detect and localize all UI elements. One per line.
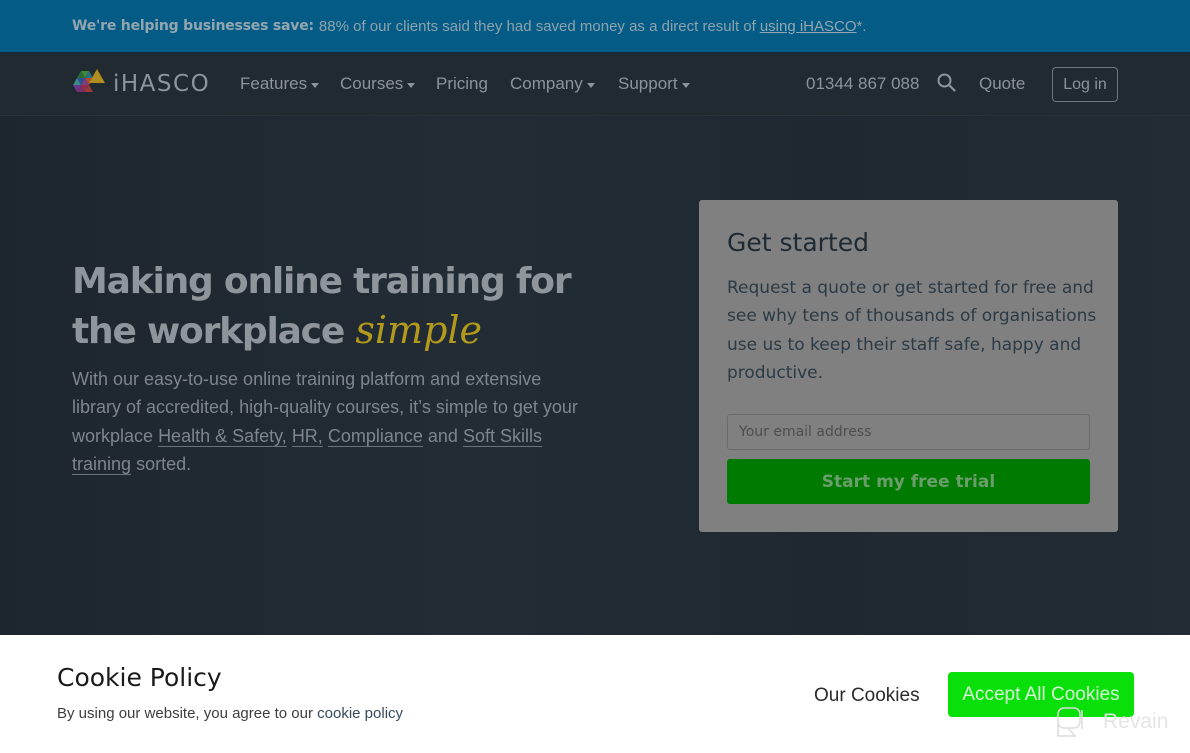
nav-support[interactable]: Support [618, 74, 690, 94]
search-button[interactable] [937, 73, 956, 92]
start-trial-button[interactable]: Start my free trial [727, 459, 1090, 504]
cookie-policy-link[interactable]: cookie policy [317, 705, 403, 722]
announcement-suffix: *. [856, 17, 867, 35]
nav-support-label: Support [618, 74, 678, 93]
card-title: Get started [727, 228, 869, 257]
headline-line2: the workplace [72, 311, 345, 352]
quote-link[interactable]: Quote [979, 74, 1025, 94]
announcement-bold: We're helping businesses save: [72, 18, 314, 34]
watermark-text: Revain [1103, 710, 1169, 733]
caret-down-icon [407, 82, 416, 88]
hero-headline: Making online training for the workplace… [72, 258, 632, 356]
link-compliance[interactable]: Compliance [327, 425, 423, 447]
phone-link[interactable]: 01344 867 088 [806, 74, 919, 94]
signup-card: Get started Request a quote or get start… [699, 200, 1118, 532]
quote-label: Quote [979, 74, 1026, 93]
ihasco-logo-icon [73, 69, 105, 92]
search-icon [937, 73, 956, 92]
lead-end: sorted. [136, 453, 192, 474]
hero-lead: With our easy-to-use online training pla… [72, 365, 592, 478]
card-body: Request a quote or get started for free … [727, 278, 1097, 383]
headline-line1: Making online training for [72, 261, 572, 302]
announcement-text: 88% of our clients said they had saved m… [318, 17, 756, 35]
cookie-title: Cookie Policy [57, 663, 222, 692]
nav-pricing[interactable]: Pricing [436, 74, 488, 94]
announcement-link[interactable]: using iHASCO [760, 18, 857, 35]
our-cookies-link[interactable]: Our Cookies [814, 685, 920, 707]
brand-name: iHASCO [113, 71, 211, 97]
main-navbar: iHASCO Features Courses Pricing Company … [0, 53, 1190, 116]
caret-down-icon [681, 82, 690, 88]
link-hr[interactable]: HR, [291, 425, 323, 447]
cookie-text: By using our website, you agree to our [57, 705, 313, 722]
nav-company-label: Company [510, 74, 583, 93]
nav-features-label: Features [240, 74, 308, 93]
email-input[interactable] [727, 414, 1090, 450]
cookie-banner: Cookie Policy By using our website, you … [0, 635, 1190, 753]
revain-logo-icon [1057, 707, 1083, 737]
nav-courses-label: Courses [340, 74, 404, 93]
caret-down-icon [311, 82, 320, 88]
lead-and: and [427, 425, 458, 446]
phone-number: 01344 867 088 [806, 74, 920, 93]
nav-courses[interactable]: Courses [340, 74, 416, 94]
nav-features[interactable]: Features [240, 74, 320, 94]
brand-logo[interactable]: iHASCO [73, 69, 210, 99]
nav-company[interactable]: Company [510, 74, 595, 94]
cookie-description: By using our website, you agree to our c… [57, 705, 403, 722]
link-health-safety[interactable]: Health & Safety, [158, 425, 287, 447]
caret-down-icon [586, 82, 595, 88]
announcement-bar: We're helping businesses save: 88% of ou… [0, 0, 1190, 53]
nav-pricing-label: Pricing [436, 74, 488, 93]
headline-script-word: simple [355, 308, 483, 352]
login-button[interactable]: Log in [1052, 67, 1118, 102]
revain-watermark: Revain [1055, 705, 1168, 739]
